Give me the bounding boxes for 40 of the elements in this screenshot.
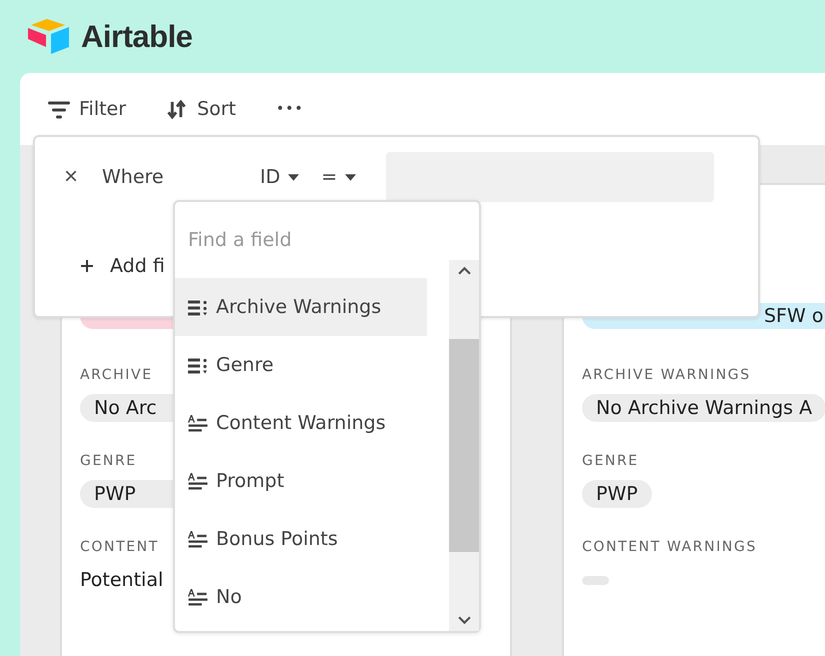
where-label: Where bbox=[102, 166, 165, 188]
field-value: Potential bbox=[80, 569, 164, 591]
text-field-icon bbox=[188, 588, 208, 606]
field-label: CONTENT WARNINGS bbox=[582, 539, 758, 555]
text-field-icon bbox=[188, 414, 208, 432]
text-field-icon bbox=[188, 530, 208, 548]
scroll-down-icon[interactable] bbox=[458, 616, 470, 625]
filter-button[interactable]: Filter bbox=[48, 98, 126, 120]
add-filter-button[interactable]: Add fi bbox=[81, 255, 165, 277]
caret-icon bbox=[288, 174, 300, 180]
tag: PWP bbox=[582, 480, 652, 508]
text-field-icon bbox=[188, 472, 208, 490]
remove-condition-button[interactable]: × bbox=[60, 163, 82, 191]
search-field[interactable]: Find a field bbox=[175, 202, 479, 260]
sort-button[interactable]: Sort bbox=[166, 98, 236, 120]
field-option[interactable]: Genre bbox=[175, 336, 449, 394]
scroll-up-icon[interactable] bbox=[458, 266, 470, 275]
app-name: Airtable bbox=[81, 18, 192, 54]
scrollbar-thumb[interactable] bbox=[449, 339, 479, 552]
more-button[interactable]: ••• bbox=[276, 101, 304, 117]
caret-icon bbox=[345, 174, 356, 180]
field-label: CONTENT bbox=[80, 539, 160, 555]
logo-icon bbox=[27, 18, 71, 56]
sort-icon bbox=[166, 100, 188, 118]
field-label: ARCHIVE bbox=[80, 367, 154, 383]
scrollbar[interactable] bbox=[449, 260, 479, 631]
list-icon bbox=[188, 356, 208, 374]
filter-icon bbox=[48, 100, 70, 118]
field-label: ARCHIVE WARNINGS bbox=[582, 367, 752, 383]
operator-dropdown[interactable]: = bbox=[321, 166, 356, 188]
tag: No Archive Warnings A bbox=[582, 394, 825, 422]
field-option[interactable]: No bbox=[175, 568, 449, 626]
field-dropdown[interactable]: ID bbox=[260, 166, 300, 188]
field-option[interactable]: Archive Warnings bbox=[175, 278, 427, 336]
value-field[interactable] bbox=[386, 152, 714, 202]
plus-icon bbox=[81, 260, 93, 272]
field-option[interactable]: Bonus Points bbox=[175, 510, 449, 568]
list-icon bbox=[188, 298, 208, 316]
field-label: GENRE bbox=[582, 453, 640, 469]
field-label: GENRE bbox=[80, 453, 138, 469]
